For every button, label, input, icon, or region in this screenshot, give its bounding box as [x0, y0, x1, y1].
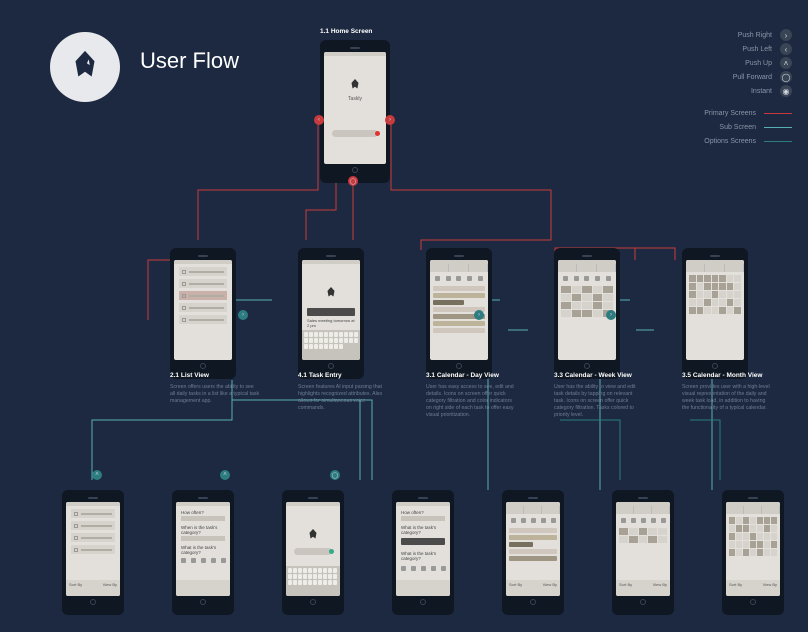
screen-cal-month — [682, 248, 748, 379]
app-logo-icon — [348, 78, 362, 92]
screen-list-view — [170, 248, 236, 379]
primary-line-icon — [764, 113, 792, 114]
options-line-icon — [764, 141, 792, 142]
legend: Push Right › Push Left ‹ Push Up ˄ Pull For… — [704, 28, 792, 148]
screen-title: Task Entry — [309, 372, 342, 379]
app-logo-icon — [324, 286, 338, 300]
brand-mini: Taskly — [324, 96, 386, 102]
screen-entry-q2: How often? What is the task's category? … — [392, 490, 454, 615]
screen-id: 3.5 — [682, 372, 691, 379]
screen-title: Calendar - Month View — [693, 372, 763, 379]
screen-entry-kb — [282, 490, 344, 615]
screen-desc: Screen provides user with a high-level v… — [682, 384, 772, 412]
node-sub-3: › — [606, 310, 616, 320]
screen-desc: Screen offers users the ability to see a… — [170, 384, 260, 405]
legend-label: Pull Forward — [733, 74, 772, 81]
screen-title: Calendar - Day View — [437, 372, 499, 379]
screen-desc: User has the ability to view and edit ta… — [554, 384, 644, 419]
node-up-2: ˄ — [220, 470, 230, 480]
screen-title: List View — [181, 372, 209, 379]
screen-title: Home Screen — [331, 28, 373, 35]
legend-label: Push Left — [742, 46, 772, 53]
keyboard — [286, 566, 340, 596]
screen-id: 3.3 — [554, 372, 563, 379]
screen-title: Calendar - Week View — [565, 372, 632, 379]
legend-label: Sub Screen — [719, 124, 756, 131]
screen-desc: Screen features AI input parsing that hi… — [298, 384, 388, 412]
legend-label: Instant — [751, 88, 772, 95]
legend-label: Primary Screens — [704, 110, 756, 117]
node-up-3: ◯ — [330, 470, 340, 480]
pull-forward-icon: ◯ — [780, 71, 792, 83]
node-up-1: ˄ — [92, 470, 102, 480]
legend-label: Push Right — [738, 32, 772, 39]
screen-id: 3.1 — [426, 372, 435, 379]
legend-label: Push Up — [745, 60, 772, 67]
entry-question: How often? — [396, 506, 450, 516]
screen-list-sort: Sort ByView By — [62, 490, 124, 615]
screen-home: Taskly — [320, 40, 390, 183]
push-up-icon: ˄ — [780, 57, 792, 69]
screen-cal-month-opt: Sort ByView By — [722, 490, 784, 615]
instant-icon: ◉ — [780, 85, 792, 97]
push-right-icon: › — [780, 29, 792, 41]
screen-cal-week-opt: Sort ByView By — [612, 490, 674, 615]
footer-sort: Sort ByView By — [66, 580, 120, 596]
screen-id: 2.1 — [170, 372, 179, 379]
sub-line-icon — [764, 127, 792, 128]
page-title: User Flow — [140, 48, 239, 74]
node-sub-2: › — [474, 310, 484, 320]
brand-logo — [50, 32, 120, 102]
entry-sample: Sales meeting tomorrow at 2 pm — [302, 316, 360, 330]
legend-label: Options Screens — [704, 138, 756, 145]
screen-cal-day-opt: Sort ByView By — [502, 490, 564, 615]
screen-entry-q1: How often? When is the task's category? … — [172, 490, 234, 615]
screen-desc: User has easy access to see, edit and de… — [426, 384, 516, 419]
keyboard — [302, 330, 360, 360]
entry-question: How often? — [176, 506, 230, 516]
node-push-left: ‹ — [314, 115, 324, 125]
screen-id: 1.1 — [320, 28, 329, 35]
node-sub: › — [238, 310, 248, 320]
screen-task-entry: Sales meeting tomorrow at 2 pm — [298, 248, 364, 379]
node-pull-forward: ◯ — [348, 176, 358, 186]
app-logo-icon — [306, 528, 320, 542]
entry-question: What is the task's category? — [176, 541, 230, 556]
push-left-icon: ‹ — [780, 43, 792, 55]
node-push-right: › — [385, 115, 395, 125]
entry-question: What is the task's category? — [396, 547, 450, 562]
entry-question: What is the task's category? — [396, 521, 450, 536]
screen-id: 4.1 — [298, 372, 307, 379]
entry-question: When is the task's category? — [176, 521, 230, 536]
